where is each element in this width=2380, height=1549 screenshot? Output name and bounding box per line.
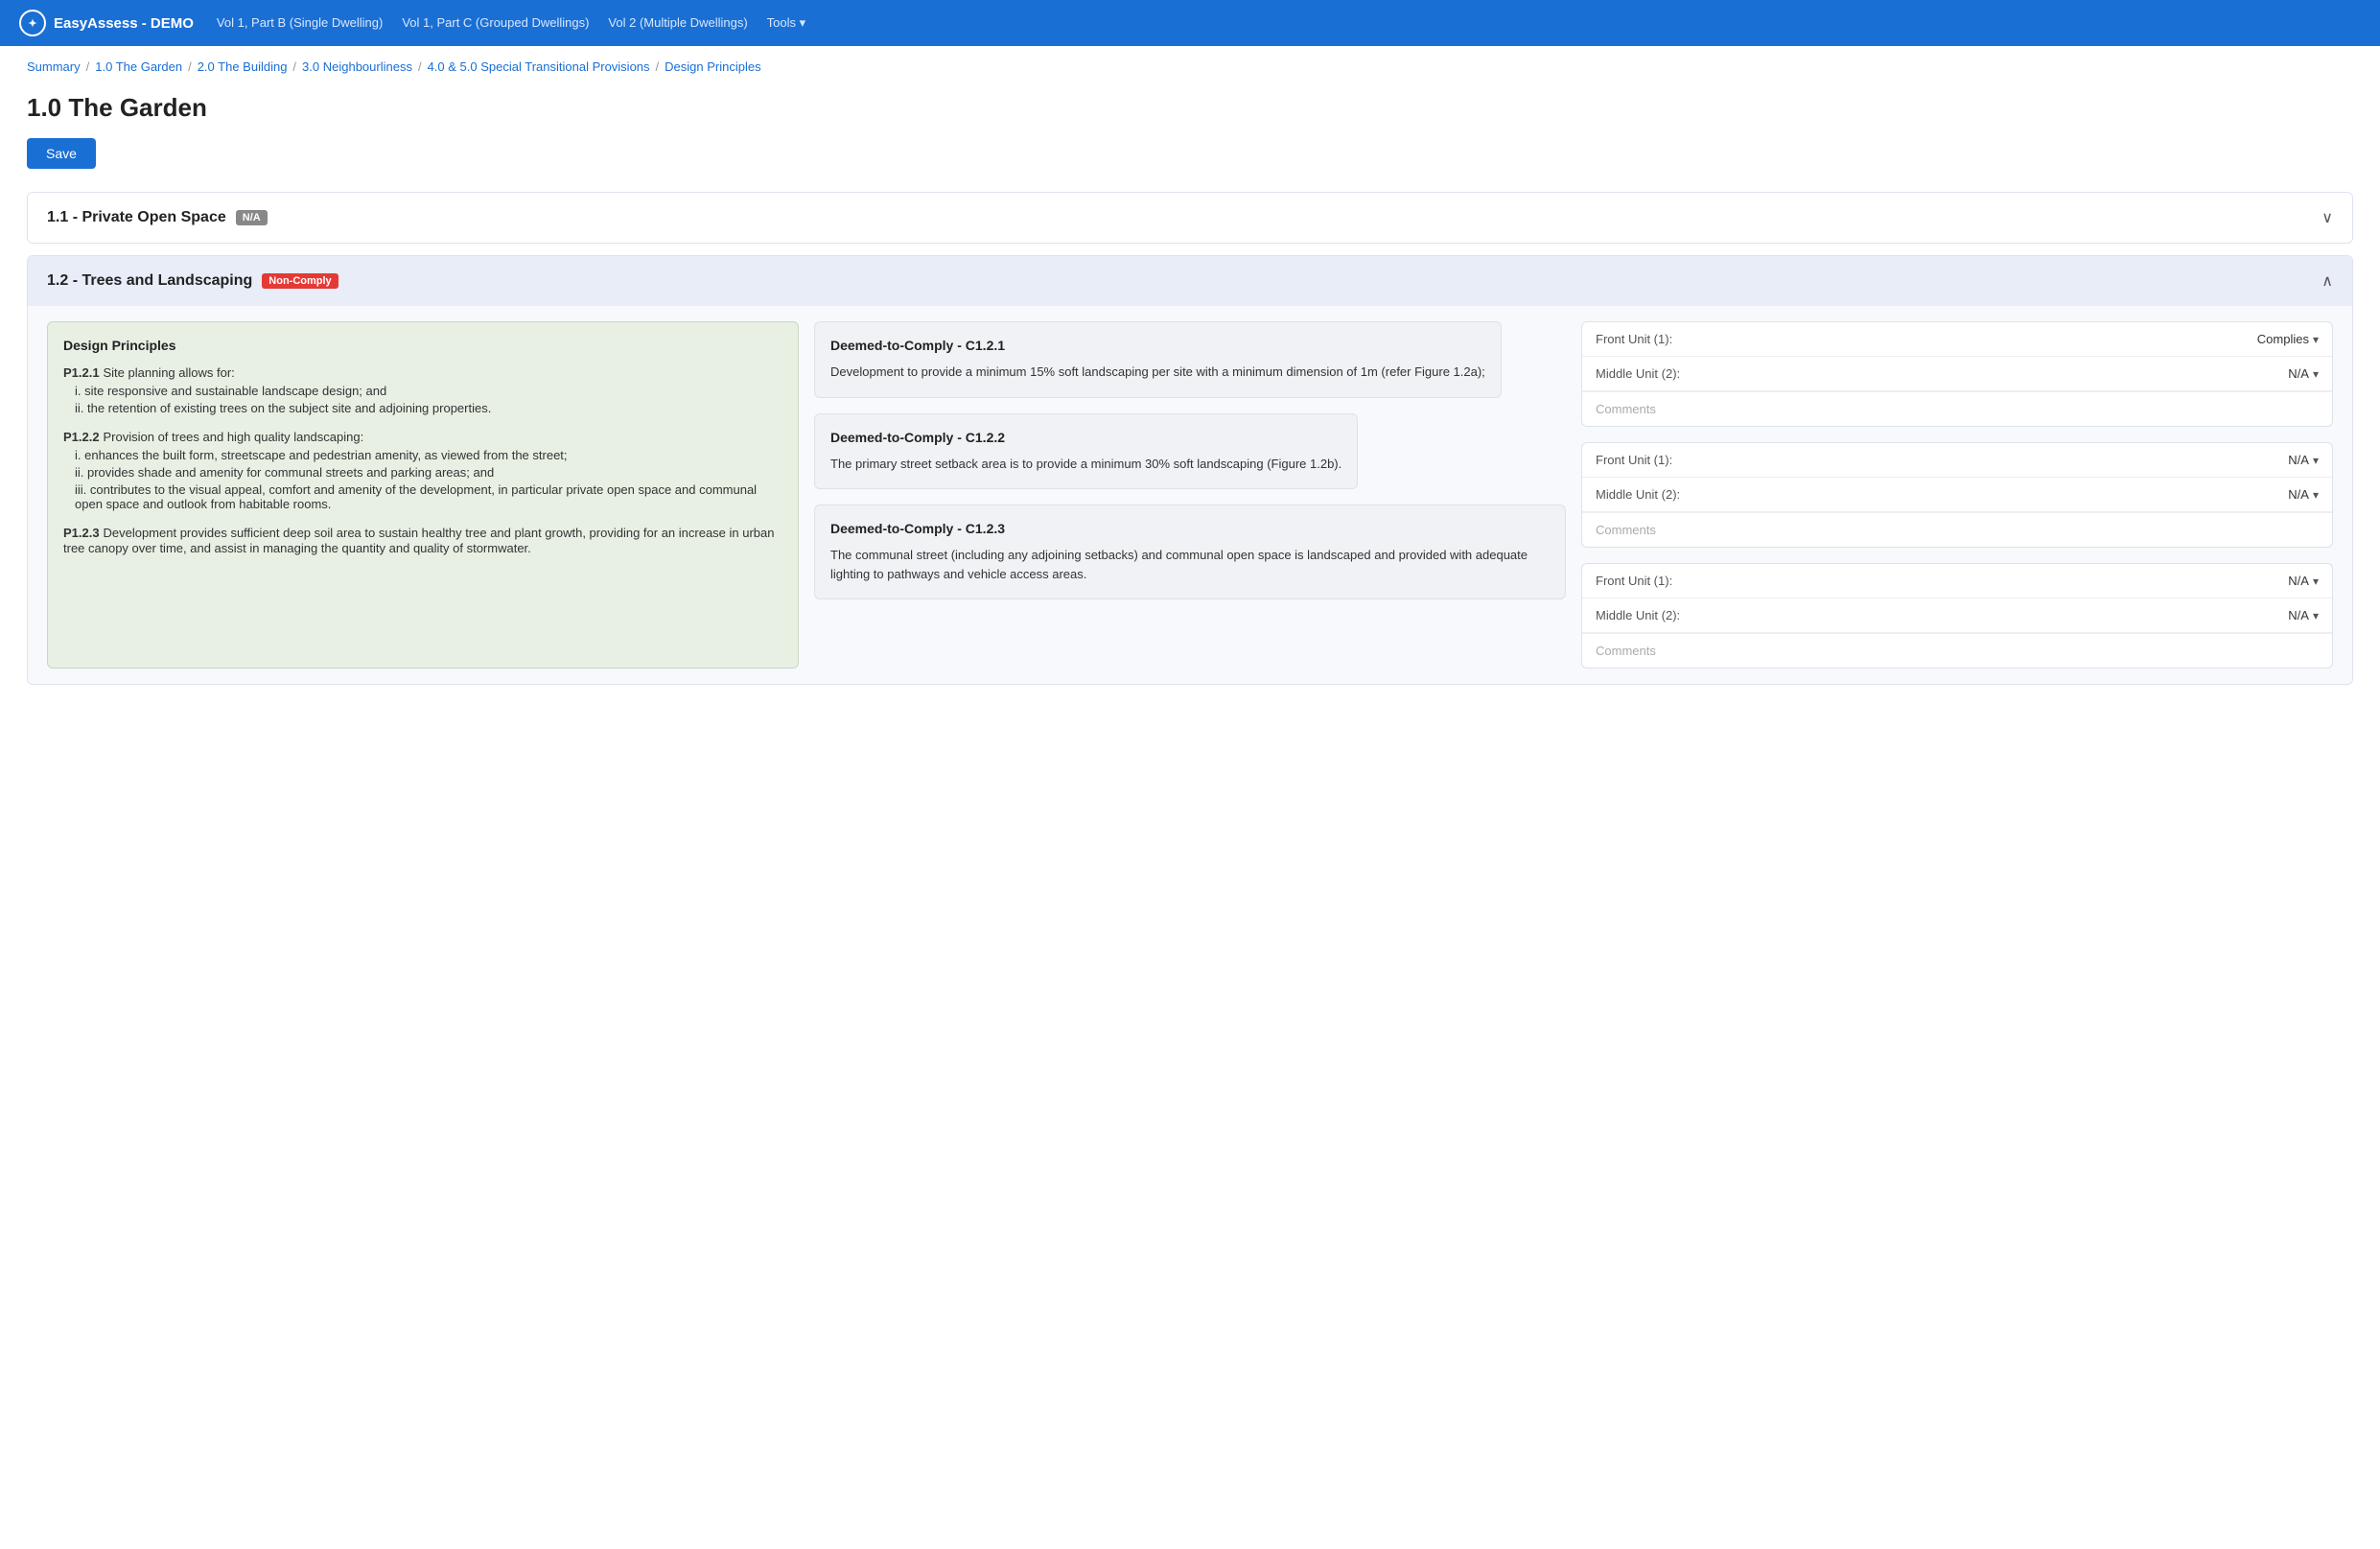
breadcrumb-design-principles[interactable]: Design Principles <box>665 59 760 74</box>
dropdown-arrow: ▾ <box>2313 575 2319 588</box>
dp-text-p121: Site planning allows for: <box>103 365 234 380</box>
middle-unit-label-c122: Middle Unit (2): <box>1596 487 1680 502</box>
dp-title: Design Principles <box>63 338 782 353</box>
breadcrumb-summary[interactable]: Summary <box>27 59 81 74</box>
section-1-2-badge: Non-Comply <box>262 273 338 289</box>
dp-text-p122: Provision of trees and high quality land… <box>103 430 363 444</box>
section-1-2: 1.2 - Trees and Landscaping Non-Comply ∧… <box>27 255 2353 685</box>
breadcrumb-building[interactable]: 2.0 The Building <box>198 59 288 74</box>
section-1-1-header[interactable]: 1.1 - Private Open Space N/A ∨ <box>28 193 2352 243</box>
dropdown-arrow: ▾ <box>2313 488 2319 502</box>
front-unit-select-c122[interactable]: N/A ▾ <box>2288 453 2319 467</box>
section-1-2-chevron: ∧ <box>2322 271 2333 291</box>
compliance-panel-c122: Front Unit (1): N/A ▾ Middle Unit (2): N… <box>1581 442 2333 548</box>
dp-label-p121: P1.2.1 <box>63 365 100 380</box>
breadcrumb-sep-2: / <box>188 59 192 74</box>
dp-item-p121: P1.2.1 Site planning allows for: i. site… <box>63 364 782 415</box>
save-button[interactable]: Save <box>27 138 96 169</box>
list-item: iii. contributes to the visual appeal, c… <box>75 482 782 511</box>
compliance-panel-c121: Front Unit (1): Complies ▾ Middle Unit (… <box>1581 321 2333 427</box>
dp-list-p121: i. site responsive and sustainable lands… <box>75 384 782 415</box>
design-principles-panel: Design Principles P1.2.1 Site planning a… <box>47 321 799 669</box>
section-1-1-chevron: ∨ <box>2322 208 2333 227</box>
breadcrumb-neighbourliness[interactable]: 3.0 Neighbourliness <box>302 59 412 74</box>
dtc-text-c121: Development to provide a minimum 15% sof… <box>830 363 1485 382</box>
breadcrumb-sep-3: / <box>292 59 296 74</box>
dtc-card-c121: Deemed-to-Comply - C1.2.1 Development to… <box>814 321 1502 398</box>
front-unit-label-c122: Front Unit (1): <box>1596 453 1672 467</box>
nav-links: Vol 1, Part B (Single Dwelling) Vol 1, P… <box>217 15 805 31</box>
compliance-row-middle-c121: Middle Unit (2): N/A ▾ <box>1582 357 2332 391</box>
compliance-panel-c123: Front Unit (1): N/A ▾ Middle Unit (2): N… <box>1581 563 2333 669</box>
comments-c121[interactable]: Comments <box>1582 391 2332 426</box>
top-navigation: ✦ EasyAssess - DEMO Vol 1, Part B (Singl… <box>0 0 2380 46</box>
breadcrumb-provisions[interactable]: 4.0 & 5.0 Special Transitional Provision… <box>428 59 650 74</box>
section-1-1-title: 1.1 - Private Open Space N/A <box>47 209 268 226</box>
dropdown-arrow: ▾ <box>2313 333 2319 346</box>
page-content: 1.0 The Garden Save 1.1 - Private Open S… <box>0 83 2380 735</box>
brand-icon: ✦ <box>19 10 46 36</box>
brand-logo[interactable]: ✦ EasyAssess - DEMO <box>19 10 194 36</box>
breadcrumb-sep-1: / <box>86 59 90 74</box>
dtc-title-c123: Deemed-to-Comply - C1.2.3 <box>830 521 1550 536</box>
compliance-row-front-c121: Front Unit (1): Complies ▾ <box>1582 322 2332 357</box>
dropdown-arrow: ▾ <box>2313 367 2319 381</box>
compliance-row-front-c122: Front Unit (1): N/A ▾ <box>1582 443 2332 478</box>
breadcrumb-sep-5: / <box>656 59 660 74</box>
nav-vol1-partb[interactable]: Vol 1, Part B (Single Dwelling) <box>217 15 383 31</box>
list-item: i. enhances the built form, streetscape … <box>75 448 782 462</box>
nav-vol2[interactable]: Vol 2 (Multiple Dwellings) <box>608 15 747 31</box>
dtc-card-c123: Deemed-to-Comply - C1.2.3 The communal s… <box>814 505 1566 599</box>
dropdown-arrow: ▾ <box>2313 454 2319 467</box>
middle-unit-select-c122[interactable]: N/A ▾ <box>2288 487 2319 502</box>
section-1-2-body: Design Principles P1.2.1 Site planning a… <box>28 306 2352 684</box>
dp-item-p122: P1.2.2 Provision of trees and high quali… <box>63 429 782 511</box>
dtc-text-c122: The primary street setback area is to pr… <box>830 455 1342 474</box>
breadcrumb-garden[interactable]: 1.0 The Garden <box>95 59 182 74</box>
brand-name: EasyAssess - DEMO <box>54 15 194 32</box>
nav-tools[interactable]: Tools ▾ <box>767 15 806 31</box>
middle-unit-label-c123: Middle Unit (2): <box>1596 608 1680 622</box>
breadcrumb-sep-4: / <box>418 59 422 74</box>
compliance-row-middle-c123: Middle Unit (2): N/A ▾ <box>1582 598 2332 633</box>
compliance-panels-column: Front Unit (1): Complies ▾ Middle Unit (… <box>1581 321 2333 669</box>
front-unit-select-c123[interactable]: N/A ▾ <box>2288 574 2319 588</box>
dp-item-p123: P1.2.3 Development provides sufficient d… <box>63 525 782 555</box>
list-item: i. site responsive and sustainable lands… <box>75 384 782 398</box>
list-item: ii. provides shade and amenity for commu… <box>75 465 782 480</box>
front-unit-select-c121[interactable]: Complies ▾ <box>2257 332 2319 346</box>
section-1-1-badge: N/A <box>236 210 268 225</box>
dp-list-p122: i. enhances the built form, streetscape … <box>75 448 782 511</box>
front-unit-label-c121: Front Unit (1): <box>1596 332 1672 346</box>
compliance-row-front-c123: Front Unit (1): N/A ▾ <box>1582 564 2332 598</box>
middle-unit-select-c121[interactable]: N/A ▾ <box>2288 366 2319 381</box>
dropdown-arrow: ▾ <box>2313 609 2319 622</box>
section-1-1: 1.1 - Private Open Space N/A ∨ <box>27 192 2353 244</box>
list-item: ii. the retention of existing trees on t… <box>75 401 782 415</box>
comments-c123[interactable]: Comments <box>1582 633 2332 668</box>
nav-vol1-partc[interactable]: Vol 1, Part C (Grouped Dwellings) <box>402 15 589 31</box>
middle-unit-select-c123[interactable]: N/A ▾ <box>2288 608 2319 622</box>
section-1-2-header[interactable]: 1.2 - Trees and Landscaping Non-Comply ∧ <box>28 256 2352 306</box>
comments-c122[interactable]: Comments <box>1582 512 2332 547</box>
dp-label-p123: P1.2.3 <box>63 526 100 540</box>
compliance-row-middle-c122: Middle Unit (2): N/A ▾ <box>1582 478 2332 512</box>
middle-unit-label-c121: Middle Unit (2): <box>1596 366 1680 381</box>
dp-label-p122: P1.2.2 <box>63 430 100 444</box>
dtc-text-c123: The communal street (including any adjoi… <box>830 546 1550 583</box>
dtc-title-c122: Deemed-to-Comply - C1.2.2 <box>830 430 1342 445</box>
page-title: 1.0 The Garden <box>27 93 2353 123</box>
dp-text-p123: Development provides sufficient deep soi… <box>63 526 775 555</box>
dtc-cards-column: Deemed-to-Comply - C1.2.1 Development to… <box>814 321 1566 669</box>
dtc-card-c122: Deemed-to-Comply - C1.2.2 The primary st… <box>814 413 1358 490</box>
breadcrumb: Summary / 1.0 The Garden / 2.0 The Build… <box>0 46 2380 83</box>
front-unit-label-c123: Front Unit (1): <box>1596 574 1672 588</box>
dtc-title-c121: Deemed-to-Comply - C1.2.1 <box>830 338 1485 353</box>
section-1-2-title: 1.2 - Trees and Landscaping Non-Comply <box>47 272 338 290</box>
